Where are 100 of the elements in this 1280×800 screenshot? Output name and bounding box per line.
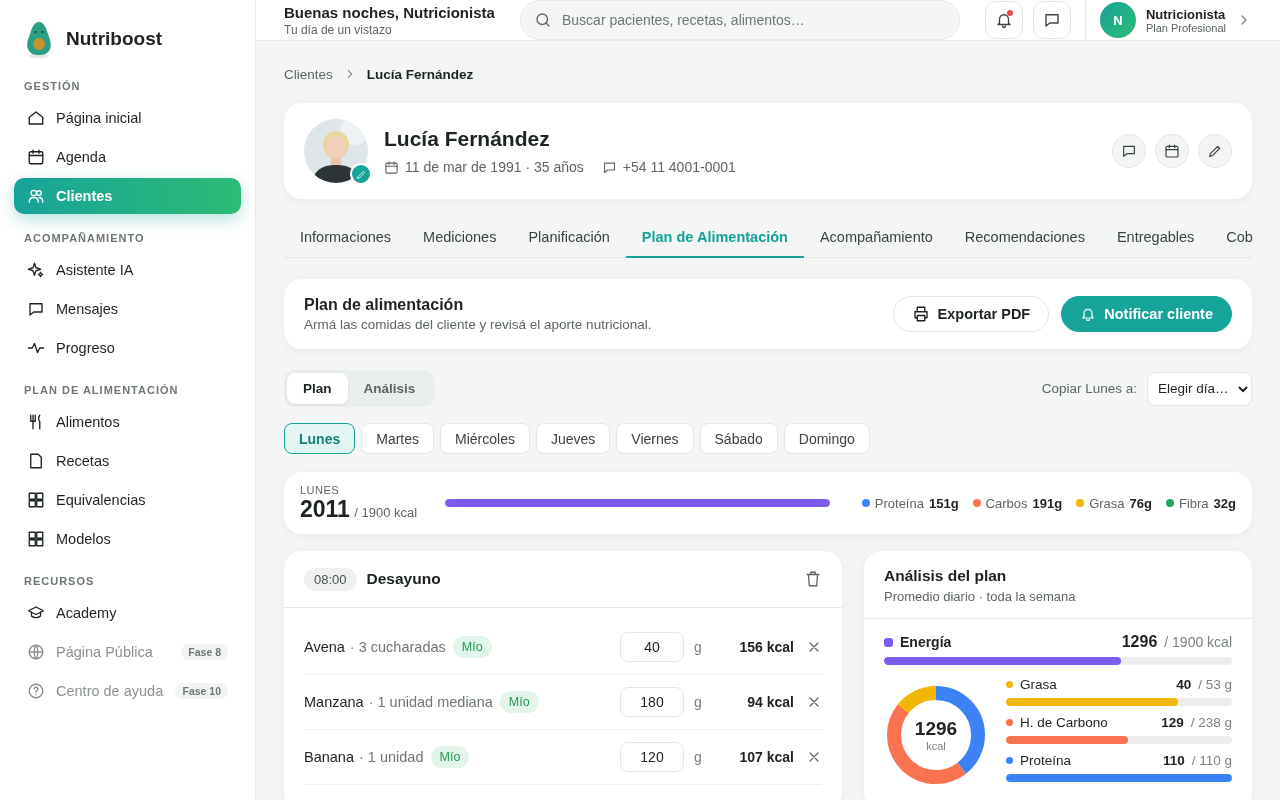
macro-value: 32g: [1213, 495, 1236, 511]
bell-icon: [994, 11, 1013, 29]
donut-unit: kcal: [926, 740, 946, 752]
unit-label: g: [693, 639, 703, 655]
edit-button[interactable]: [1198, 134, 1232, 168]
day-chip[interactable]: Domingo: [783, 423, 870, 454]
breadcrumb-link[interactable]: Clientes: [284, 66, 333, 82]
grid-icon: [27, 530, 45, 548]
day-select[interactable]: Elegir día…: [1147, 371, 1252, 406]
amount-field[interactable]: 180: [620, 687, 684, 717]
macro-value: 76g: [1129, 495, 1152, 511]
energy-target: / 1900 kcal: [1164, 634, 1232, 650]
day-total: 2011: [300, 495, 350, 522]
amount-field[interactable]: 120: [620, 742, 684, 772]
day-chip[interactable]: Viernes: [616, 423, 694, 454]
page-icon: [27, 452, 45, 470]
tab[interactable]: Acompañamiento: [803, 219, 949, 258]
phase-badge: Fase 10: [175, 683, 228, 699]
bell-icon: [1080, 306, 1097, 322]
analysis-subtitle: Promedio diario · toda la semana: [884, 589, 1077, 604]
macro-value: 191g: [1032, 495, 1063, 511]
energy-label: Energía: [900, 634, 952, 650]
calendar-icon: [27, 148, 45, 166]
section-heading: GESTIÓN: [23, 80, 82, 92]
macro-value: 40: [1176, 677, 1192, 692]
section-subtitle: Armá las comidas del cliente y revisá el aporte nutricional.: [304, 317, 652, 332]
search-field[interactable]: Buscar pacientes, recetas, alimentos…: [520, 0, 960, 40]
amount-field[interactable]: 40: [620, 632, 684, 662]
sidebar-item[interactable]: Mensajes: [14, 291, 241, 327]
food-tag: Mío: [430, 746, 470, 768]
trash-icon: [804, 570, 822, 588]
message-button[interactable]: [1112, 134, 1146, 168]
sidebar-item[interactable]: Asistente IA: [14, 252, 241, 288]
sidebar-item[interactable]: Recetas: [14, 443, 241, 479]
toggle-option[interactable]: Análisis: [347, 373, 432, 404]
edit-photo-button[interactable]: [350, 163, 372, 185]
day-chip[interactable]: Sábado: [699, 423, 778, 454]
search-icon: [534, 11, 552, 29]
unit-label: g: [693, 694, 703, 710]
tab[interactable]: Planificación: [512, 219, 626, 258]
macro-name: Proteína: [874, 495, 924, 511]
day-chip[interactable]: Jueves: [535, 423, 611, 454]
macro-target: / 238 g: [1190, 715, 1232, 730]
day-chip[interactable]: Lunes: [284, 423, 356, 454]
user-menu[interactable]: N Nutricionista Plan Profesional: [1099, 2, 1252, 38]
copy-label: Copiar Lunes a:: [1041, 381, 1137, 396]
analysis-title: Análisis del plan: [884, 567, 1008, 585]
tab[interactable]: Entregables: [1100, 219, 1211, 258]
sidebar-item[interactable]: Progreso: [14, 330, 241, 366]
energy-value: 1296: [1121, 633, 1158, 651]
phase-badge: Fase 8: [181, 644, 228, 660]
meal-time: 08:00: [304, 567, 357, 591]
sidebar-item[interactable]: Alimentos: [14, 404, 241, 440]
sidebar-item[interactable]: Agenda: [14, 139, 241, 175]
food-name: Avena: [304, 639, 345, 655]
macro-value: 110: [1162, 753, 1185, 768]
food-kcal: 94 kcal: [746, 694, 794, 710]
macro-name: Grasa: [1089, 495, 1125, 511]
client-name: Lucía Fernández: [384, 127, 551, 151]
food-kcal: 107 kcal: [738, 749, 794, 765]
calendar-icon: [384, 159, 399, 175]
user-name: Nutricionista: [1145, 6, 1226, 22]
home-icon: [27, 109, 45, 127]
chat-bubble-icon: [1042, 11, 1061, 29]
day-chip[interactable]: Miércoles: [440, 423, 530, 454]
tab[interactable]: Informaciones: [284, 219, 408, 258]
sidebar-item[interactable]: Modelos: [14, 521, 241, 557]
toggle-option[interactable]: Plan: [287, 373, 348, 404]
sidebar-item[interactable]: Academy: [14, 595, 241, 631]
delete-meal-button[interactable]: [804, 570, 822, 588]
client-birthdate: 11 de mar de 1991 · 35 años: [405, 159, 584, 175]
food-portion: · 1 unidad mediana: [368, 694, 493, 710]
avocado-logo: [24, 20, 54, 58]
day-chip[interactable]: Martes: [361, 423, 435, 454]
macro-value: 129: [1161, 715, 1184, 730]
sidebar-item[interactable]: Equivalencias: [14, 482, 241, 518]
messages-button[interactable]: [1032, 1, 1071, 39]
food-name: Banana: [304, 749, 354, 765]
schedule-button[interactable]: [1155, 134, 1189, 168]
macro-name: Grasa: [1020, 677, 1057, 692]
client-phone: +54 11 4001-0001: [622, 159, 736, 175]
printer-icon: [911, 305, 930, 323]
chat-bubble-icon: [1121, 143, 1137, 159]
export-button[interactable]: Exportar PDF: [892, 296, 1050, 332]
macro-value: 151g: [928, 495, 959, 511]
tab[interactable]: Mediciones: [407, 219, 513, 258]
macro-name: H. de Carbono: [1020, 715, 1108, 730]
food-name: Manzana: [304, 694, 364, 710]
chat-bubble-icon: [601, 159, 617, 175]
food-portion: · 1 unidad: [359, 749, 424, 765]
notifications-button[interactable]: [984, 1, 1023, 39]
macro-name: Proteína: [1020, 753, 1072, 768]
app-name: Nutriboost: [66, 28, 163, 50]
user-avatar: N: [1099, 2, 1136, 38]
macro-name: Fibra: [1178, 495, 1209, 511]
tab[interactable]: Cob: [1210, 219, 1253, 258]
pencil-icon: [355, 168, 367, 180]
sparkle-icon: [27, 261, 45, 279]
sidebar-item[interactable]: Página inicial: [14, 100, 241, 136]
tab[interactable]: Recomendaciones: [948, 219, 1101, 258]
